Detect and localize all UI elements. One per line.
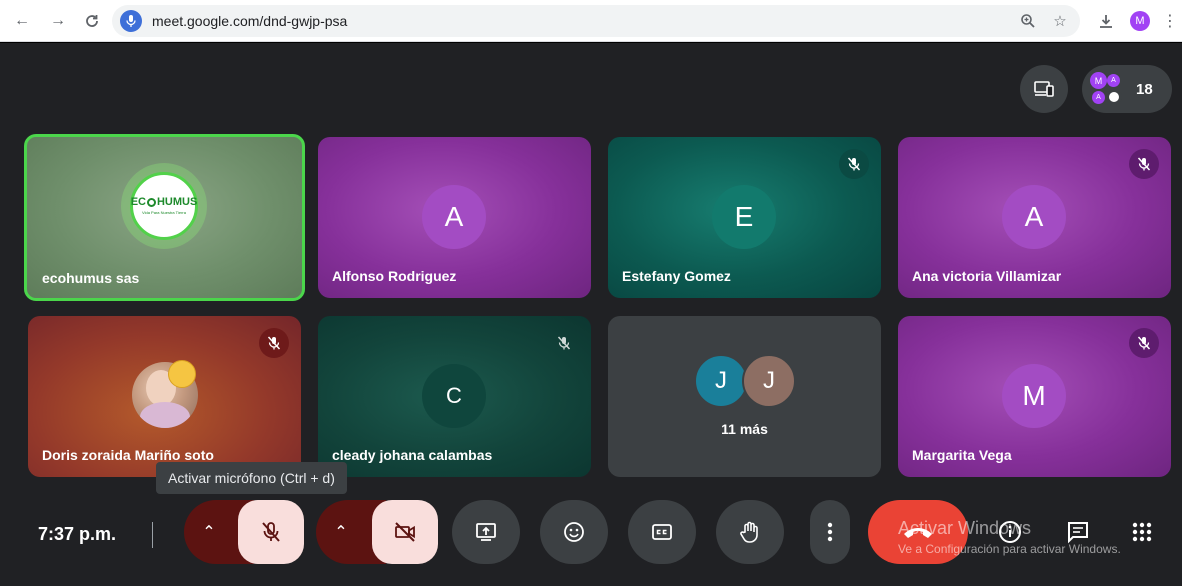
participants-avatar-stack: M A A [1090, 72, 1124, 106]
leaf-logo-icon [146, 198, 156, 207]
browser-menu-icon[interactable]: ⋮ [1158, 9, 1182, 33]
more-participants-label: 11 más [721, 421, 768, 437]
zoom-icon[interactable] [1018, 11, 1038, 31]
participant-name: Alfonso Rodriguez [332, 268, 457, 284]
browser-toolbar: ← → meet.google.com/dnd-gwjp-psa ☆ M ⋮ [0, 0, 1182, 42]
participant-avatar: C [422, 364, 486, 428]
activities-button[interactable] [1122, 500, 1162, 564]
participant-tile[interactable]: A Alfonso Rodriguez [318, 137, 591, 298]
mini-avatar-logo [1106, 89, 1122, 105]
chevron-up-icon: ⌃ [334, 524, 348, 541]
url-text: meet.google.com/dnd-gwjp-psa [152, 13, 348, 29]
meet-stage: M A A 18 EC HUMUS Vida Para Nuestra Tier… [0, 43, 1182, 586]
more-vertical-icon [827, 522, 833, 542]
participant-name: cleady johana calambas [332, 447, 493, 463]
mini-avatar: A [1107, 74, 1120, 87]
participant-tile[interactable]: C cleady johana calambas [318, 316, 591, 477]
mic-off-icon [839, 149, 869, 179]
participant-tile[interactable]: A Ana victoria Villamizar [898, 137, 1171, 298]
participant-name: Doris zoraida Mariño soto [42, 447, 214, 463]
chat-button[interactable] [1058, 500, 1098, 564]
back-icon[interactable]: ← [10, 9, 34, 33]
mic-off-icon [1129, 149, 1159, 179]
mic-off-icon [1129, 328, 1159, 358]
mic-off-icon [549, 328, 579, 358]
more-options-button[interactable] [810, 500, 850, 564]
participant-count: 18 [1136, 80, 1153, 98]
participant-name: Estefany Gomez [622, 268, 731, 284]
chevron-up-icon: ⌃ [202, 524, 216, 541]
present-screen-icon [476, 523, 496, 541]
apps-grid-icon [1132, 522, 1152, 542]
mic-off-icon [259, 328, 289, 358]
reload-icon[interactable] [80, 9, 104, 33]
participant-name: Margarita Vega [912, 447, 1012, 463]
bar-divider [152, 522, 153, 548]
participant-tile[interactable]: M Margarita Vega [898, 316, 1171, 477]
companion-mode-button[interactable] [1020, 65, 1068, 113]
emoji-icon [564, 522, 584, 542]
participant-tile[interactable]: E Estefany Gomez [608, 137, 881, 298]
mini-avatar: M [1090, 72, 1107, 89]
emoji-sticker-icon [168, 360, 196, 388]
participant-avatar: J [742, 354, 796, 408]
mic-tooltip: Activar micrófono (Ctrl + d) [156, 462, 347, 494]
mini-avatar: A [1092, 91, 1105, 104]
address-bar[interactable]: meet.google.com/dnd-gwjp-psa ☆ [112, 5, 1080, 37]
camera-off-icon [395, 522, 415, 542]
bookmark-star-icon[interactable]: ☆ [1050, 11, 1070, 31]
participant-avatar: M [1002, 364, 1066, 428]
meeting-details-button[interactable] [990, 500, 1030, 564]
participant-avatar: J [694, 354, 748, 408]
participant-tile[interactable]: Doris zoraida Mariño soto [28, 316, 301, 477]
captions-button[interactable] [628, 500, 696, 564]
reactions-button[interactable] [540, 500, 608, 564]
participants-button[interactable]: M A A 18 [1082, 65, 1172, 113]
profile-avatar[interactable]: M [1130, 11, 1150, 31]
present-screen-button[interactable] [452, 500, 520, 564]
download-icon[interactable] [1094, 9, 1118, 33]
participant-avatar: A [422, 185, 486, 249]
participant-avatar: A [1002, 185, 1066, 249]
mic-off-icon [262, 522, 280, 542]
ecohumus-logo: EC HUMUS Vida Para Nuestra Tierra [130, 172, 198, 240]
participant-name: Ana victoria Villamizar [912, 268, 1062, 284]
chat-icon [1068, 522, 1088, 544]
meeting-time: 7:37 p.m. [38, 524, 117, 544]
raise-hand-button[interactable] [716, 500, 784, 564]
forward-icon[interactable]: → [46, 9, 70, 33]
clothes-shape [140, 402, 190, 428]
info-icon [999, 521, 1021, 543]
participant-avatar: E [712, 185, 776, 249]
camera-toggle-button[interactable] [372, 500, 438, 564]
mic-toggle-button[interactable] [238, 500, 304, 564]
captions-icon [652, 524, 672, 540]
hand-icon [740, 521, 758, 543]
more-participants-tile[interactable]: J J 11 más [608, 316, 881, 477]
microphone-site-icon [120, 10, 142, 32]
devices-icon [1034, 81, 1054, 97]
participant-name: ecohumus sas [42, 270, 140, 286]
participant-tile[interactable]: EC HUMUS Vida Para Nuestra Tierra ecohum… [24, 134, 305, 301]
